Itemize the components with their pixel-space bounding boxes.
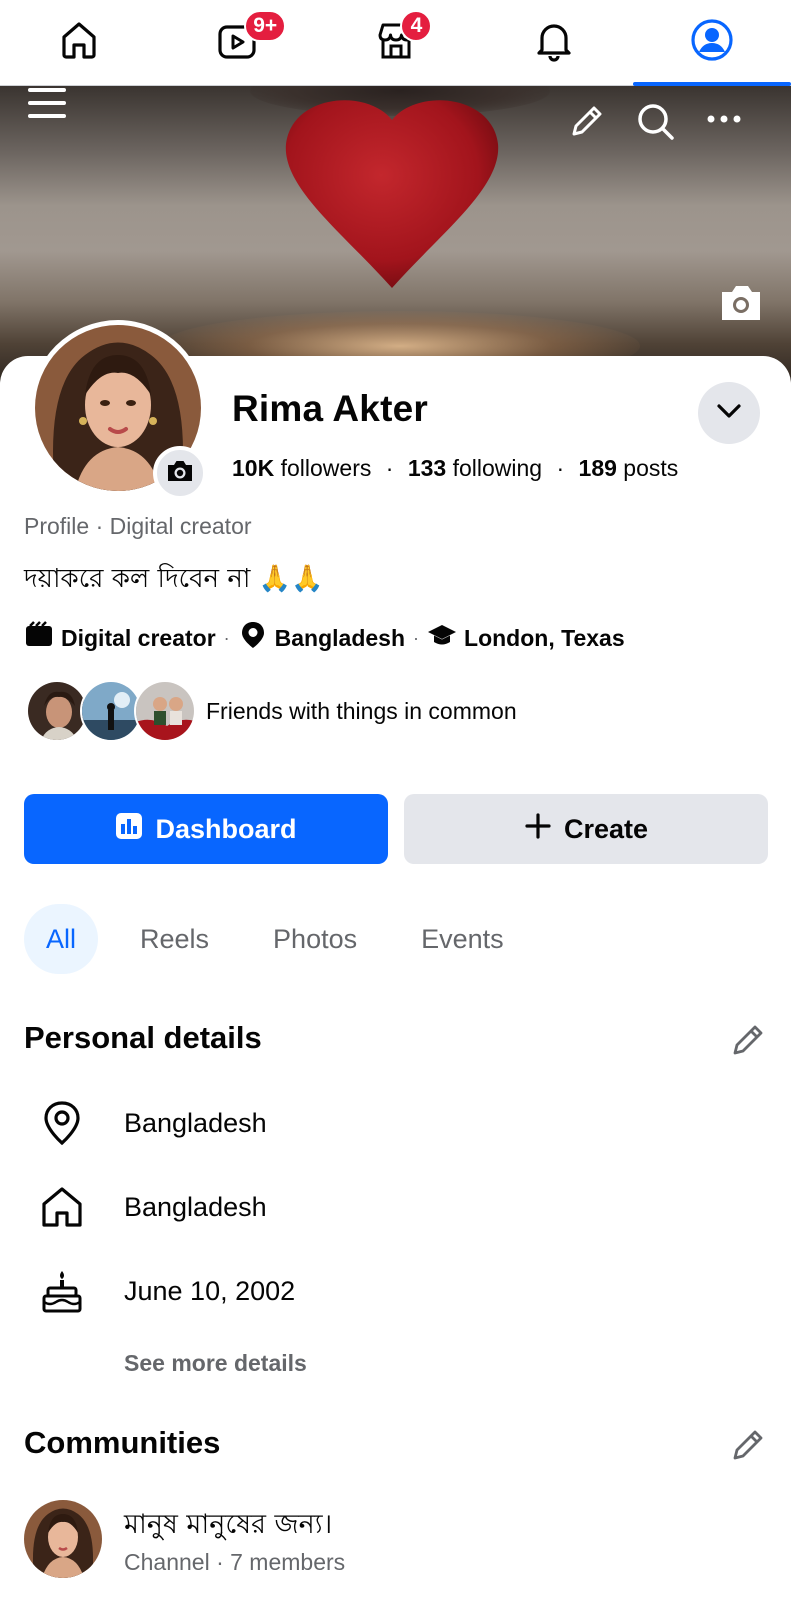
video-badge: 9+ <box>244 10 287 42</box>
nav-profile[interactable] <box>632 0 791 86</box>
community-item[interactable] <box>24 1500 102 1578</box>
profile-name: Rima Akter <box>232 388 428 429</box>
communities-title: Communities <box>24 1425 221 1460</box>
tab-all[interactable]: All <box>24 904 99 974</box>
more-icon[interactable] <box>706 112 742 126</box>
edit-communities-button[interactable] <box>728 1427 768 1467</box>
fact-education: London, Texas <box>427 620 625 656</box>
following-link[interactable]: following <box>453 455 543 481</box>
chevron-down-icon <box>716 403 742 424</box>
pencil-icon <box>730 1022 766 1063</box>
profile-facts: Digital creator · Bangladesh · London, T… <box>24 620 625 656</box>
profile-dropdown-button[interactable] <box>698 382 760 444</box>
nav-video[interactable]: 9+ <box>158 0 316 85</box>
create-button[interactable]: Create <box>404 794 768 864</box>
location-pin-icon <box>36 1097 88 1149</box>
graduation-cap-icon <box>427 620 464 656</box>
pencil-icon[interactable] <box>568 102 606 140</box>
bar-chart-icon <box>115 812 155 847</box>
friend-avatar <box>134 680 196 742</box>
detail-birthday: June 10, 2002 <box>36 1265 295 1317</box>
location-pin-icon <box>238 620 275 656</box>
detail-current-city: Bangladesh <box>36 1097 267 1149</box>
personal-details-title: Personal details <box>24 1020 262 1055</box>
profile-bio: দয়াকরে কল দিবেন না 🙏🙏 <box>24 564 324 594</box>
community-meta: Channel · 7 members <box>124 1549 346 1575</box>
birthday-cake-icon <box>36 1265 88 1317</box>
nav-marketplace[interactable]: 4 <box>316 0 474 85</box>
profile-card <box>0 356 791 1600</box>
dashboard-button[interactable]: Dashboard <box>24 794 388 864</box>
edit-personal-details-button[interactable] <box>728 1022 768 1062</box>
friends-text: Friends with things in common <box>206 697 517 724</box>
bell-icon <box>531 17 577 68</box>
friend-avatar <box>26 680 88 742</box>
camera-icon <box>166 459 194 488</box>
detail-hometown: Bangladesh <box>36 1181 267 1233</box>
profile-stats: 10K followers · 133 following · 189 post… <box>232 455 679 481</box>
nav-notifications[interactable] <box>475 0 633 85</box>
tab-events[interactable]: Events <box>399 904 526 974</box>
heart-shape <box>285 100 499 288</box>
community-name[interactable]: মানুষ মানুষের জন্য। <box>124 1504 332 1549</box>
followers-link[interactable]: followers <box>281 455 372 481</box>
tab-photos[interactable]: Photos <box>251 904 379 974</box>
search-icon[interactable] <box>636 102 676 142</box>
camera-icon[interactable] <box>718 282 764 322</box>
profile-tabs: All Reels Photos Events <box>24 904 546 974</box>
fact-digital-creator: Digital creator <box>24 620 216 656</box>
nav-home[interactable] <box>0 0 158 85</box>
home-icon <box>56 17 102 68</box>
clapperboard-icon <box>24 620 61 656</box>
change-photo-button[interactable] <box>153 446 207 500</box>
home-icon <box>36 1181 88 1233</box>
tab-reels[interactable]: Reels <box>118 904 231 974</box>
top-navigation-bar: 9+ 4 <box>0 0 791 86</box>
profile-category: Profile · Digital creator <box>24 513 252 539</box>
see-more-details-link[interactable]: See more details <box>124 1350 307 1377</box>
pencil-icon <box>730 1427 766 1468</box>
mutual-friends[interactable]: Friends with things in common <box>26 680 517 742</box>
community-avatar <box>24 1500 102 1578</box>
marketplace-badge: 4 <box>400 10 433 42</box>
profile-icon <box>689 17 735 68</box>
fact-location: Bangladesh <box>238 620 405 656</box>
friend-avatar <box>80 680 142 742</box>
plus-icon <box>524 812 564 847</box>
menu-icon[interactable] <box>28 86 68 122</box>
